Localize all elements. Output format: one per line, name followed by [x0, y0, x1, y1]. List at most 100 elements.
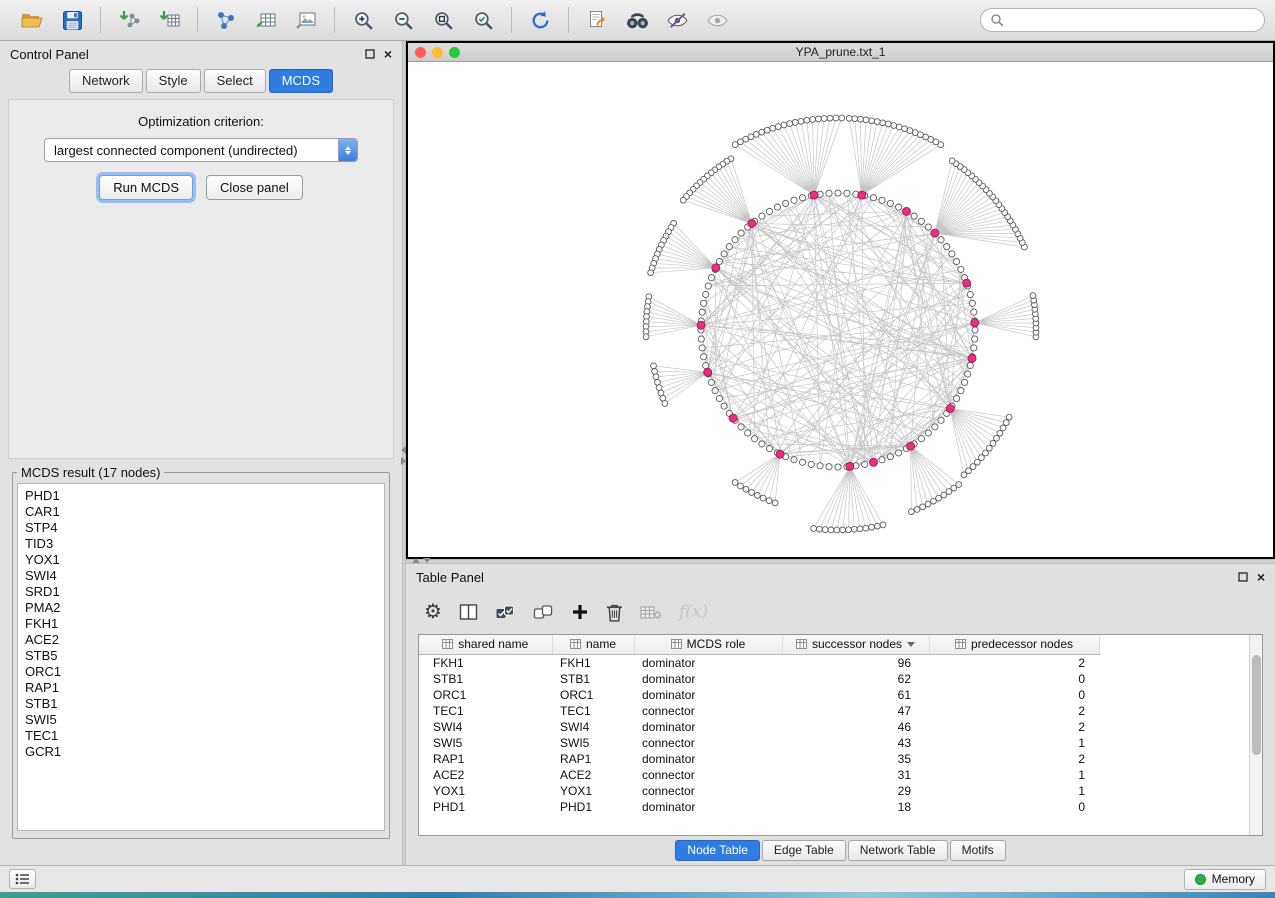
window-minimize-icon[interactable] [432, 47, 443, 58]
mcds-result-item[interactable]: TEC1 [25, 728, 377, 744]
export-image-button[interactable] [290, 5, 322, 35]
cell-predecessor-nodes[interactable]: 1 [929, 783, 1099, 799]
search-input[interactable] [1010, 13, 1255, 27]
table-row[interactable]: ACE2ACE2connector311 [419, 767, 1099, 783]
zoom-out-button[interactable] [387, 5, 419, 35]
cell-shared-name[interactable]: ORC1 [419, 687, 552, 703]
column-header-shared-name[interactable]: shared name [419, 635, 552, 654]
cell-mcds-role[interactable]: connector [634, 783, 782, 799]
global-search-box[interactable] [980, 8, 1265, 32]
show-columns-button[interactable] [459, 598, 478, 626]
table-row[interactable]: TEC1TEC1connector472 [419, 703, 1099, 719]
cell-mcds-role[interactable]: connector [634, 703, 782, 719]
cell-predecessor-nodes[interactable]: 2 [929, 703, 1099, 719]
column-header-MCDS-role[interactable]: MCDS role [634, 635, 782, 654]
cell-name[interactable]: FKH1 [552, 654, 634, 671]
cell-mcds-role[interactable]: connector [634, 735, 782, 751]
tab-mcds[interactable]: MCDS [269, 69, 333, 93]
tab-edge-table[interactable]: Edge Table [762, 840, 846, 861]
cell-name[interactable]: ACE2 [552, 767, 634, 783]
cell-successor-nodes[interactable]: 31 [782, 767, 929, 783]
cell-shared-name[interactable]: SWI5 [419, 735, 552, 751]
table-row[interactable]: SWI4SWI4dominator462 [419, 719, 1099, 735]
collapse-up-icon[interactable] [412, 558, 420, 563]
cell-shared-name[interactable]: SWI4 [419, 719, 552, 735]
cell-mcds-role[interactable]: dominator [634, 687, 782, 703]
table-settings-button[interactable]: ⚙ [424, 598, 442, 626]
open-session-button[interactable] [16, 5, 48, 35]
float-table-panel-button[interactable] [1238, 572, 1248, 582]
deselect-all-button[interactable] [533, 598, 554, 626]
tab-style[interactable]: Style [146, 69, 201, 93]
cell-name[interactable]: RAP1 [552, 751, 634, 767]
memory-status-button[interactable]: Memory [1184, 869, 1266, 890]
zoom-in-button[interactable] [347, 5, 379, 35]
apply-layout-button[interactable] [524, 5, 556, 35]
mcds-result-item[interactable]: SWI5 [25, 712, 377, 728]
scrollbar-thumb[interactable] [1252, 655, 1261, 755]
tab-motifs[interactable]: Motifs [950, 840, 1006, 861]
mcds-result-item[interactable]: ACE2 [25, 632, 377, 648]
cell-predecessor-nodes[interactable]: 0 [929, 799, 1099, 815]
cell-mcds-role[interactable]: connector [634, 767, 782, 783]
cell-successor-nodes[interactable]: 62 [782, 671, 929, 687]
network-graph[interactable] [408, 62, 1273, 557]
cell-mcds-role[interactable]: dominator [634, 799, 782, 815]
mcds-result-item[interactable]: ORC1 [25, 664, 377, 680]
window-close-icon[interactable] [415, 47, 426, 58]
import-table-button[interactable] [153, 5, 185, 35]
column-header-successor-nodes[interactable]: successor nodes [782, 635, 929, 654]
task-history-button[interactable] [9, 869, 36, 889]
delete-table-button[interactable] [640, 598, 662, 626]
close-table-panel-button[interactable]: × [1257, 570, 1265, 584]
table-row[interactable]: SWI5SWI5connector431 [419, 735, 1099, 751]
float-panel-button[interactable] [365, 49, 375, 59]
mcds-result-item[interactable]: PHD1 [25, 488, 377, 504]
cell-mcds-role[interactable]: dominator [634, 751, 782, 767]
mcds-result-item[interactable]: STP4 [25, 520, 377, 536]
expand-down-icon[interactable] [423, 558, 431, 563]
cell-name[interactable]: SWI5 [552, 735, 634, 751]
cell-name[interactable]: TEC1 [552, 703, 634, 719]
mcds-result-item[interactable]: GCR1 [25, 744, 377, 760]
cell-predecessor-nodes[interactable]: 1 [929, 735, 1099, 751]
cell-name[interactable]: ORC1 [552, 687, 634, 703]
cell-successor-nodes[interactable]: 46 [782, 719, 929, 735]
cell-successor-nodes[interactable]: 47 [782, 703, 929, 719]
cell-predecessor-nodes[interactable]: 0 [929, 687, 1099, 703]
mcds-result-item[interactable]: TID3 [25, 536, 377, 552]
share-document-button[interactable] [581, 5, 613, 35]
cell-successor-nodes[interactable]: 61 [782, 687, 929, 703]
mcds-result-item[interactable]: SRD1 [25, 584, 377, 600]
network-canvas[interactable] [408, 62, 1273, 557]
cell-name[interactable]: SWI4 [552, 719, 634, 735]
cell-successor-nodes[interactable]: 35 [782, 751, 929, 767]
import-network-button[interactable] [113, 5, 145, 35]
mcds-result-item[interactable]: FKH1 [25, 616, 377, 632]
table-row[interactable]: FKH1FKH1dominator962 [419, 654, 1099, 671]
cell-mcds-role[interactable]: dominator [634, 671, 782, 687]
panel-splitter-vertical[interactable] [402, 41, 406, 865]
table-scrollbar[interactable] [1249, 635, 1262, 835]
table-row[interactable]: YOX1YOX1connector291 [419, 783, 1099, 799]
cell-predecessor-nodes[interactable]: 2 [929, 751, 1099, 767]
table-row[interactable]: PHD1PHD1dominator180 [419, 799, 1099, 815]
collapse-left-icon[interactable] [401, 446, 406, 454]
cell-name[interactable]: YOX1 [552, 783, 634, 799]
run-mcds-button[interactable]: Run MCDS [99, 175, 193, 200]
zoom-fit-button[interactable] [427, 5, 459, 35]
show-hide-button[interactable] [701, 5, 733, 35]
mcds-result-item[interactable]: STB1 [25, 696, 377, 712]
cell-shared-name[interactable]: STB1 [419, 671, 552, 687]
window-zoom-icon[interactable] [449, 47, 460, 58]
zoom-selected-button[interactable] [467, 5, 499, 35]
mcds-result-item[interactable]: SWI4 [25, 568, 377, 584]
table-row[interactable]: STB1STB1dominator620 [419, 671, 1099, 687]
tab-select[interactable]: Select [204, 69, 266, 93]
expand-right-icon[interactable] [401, 457, 406, 465]
cell-successor-nodes[interactable]: 29 [782, 783, 929, 799]
mcds-result-item[interactable]: STB5 [25, 648, 377, 664]
annotation-edit-button[interactable] [661, 5, 693, 35]
tab-network[interactable]: Network [69, 69, 143, 93]
cell-mcds-role[interactable]: dominator [634, 719, 782, 735]
